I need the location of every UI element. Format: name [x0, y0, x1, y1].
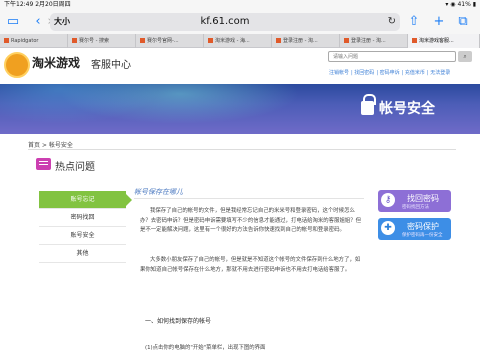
share-icon[interactable]: ⇧ — [406, 14, 422, 30]
button-subtitle: 密码找回方法 — [402, 205, 429, 210]
recover-password-button[interactable]: ⚷ 找回密码 密码找回方法 — [378, 190, 451, 212]
search-input[interactable] — [328, 51, 456, 62]
divider — [28, 149, 456, 150]
address-bar[interactable]: 大小 kf.61.com ↻ — [50, 13, 400, 31]
article-paragraph: 大多数小朋友保存了自己的帐号，但是就是不知道这个帐号的文件保存到什么地方了，如果… — [140, 257, 361, 273]
shield-icon: ✚ — [381, 221, 395, 235]
tab-item-active[interactable]: 淘米游戏客服... — [408, 34, 480, 48]
banner-title: 帐号安全 — [379, 101, 435, 117]
favicon-icon — [344, 38, 349, 43]
status-battery: ▾ ◉ 41% ▮ — [445, 1, 476, 8]
link-cancel-account[interactable]: 注销帐号 — [329, 70, 349, 76]
tab-item[interactable]: 赛尔号 - 搜索 — [68, 34, 136, 48]
logo-subtitle: 客服中心 — [91, 60, 131, 71]
sidebar-icon[interactable]: ▭ — [5, 14, 21, 30]
password-protection-button[interactable]: ✚ 密码保护 保护密码再一份安全 — [378, 218, 451, 240]
browser-toolbar: ▭ ‹ › 大小 kf.61.com ↻ ⇧ + ⧉ — [0, 10, 480, 34]
tabs-overview-icon[interactable]: ⧉ — [455, 14, 471, 30]
nav-item-other[interactable]: 其他 — [39, 245, 126, 263]
button-title: 密码保护 — [407, 222, 439, 231]
hero-banner: 帐号安全 — [0, 84, 480, 134]
divider — [134, 198, 364, 199]
link-password-appeal[interactable]: 密码申诉 — [380, 70, 400, 76]
site-header: 淘米游戏 客服中心 ⌕ 注销帐号| 找回密码| 密码申诉| 充值米币| 无法登录 — [0, 48, 480, 84]
button-subtitle: 保护密码再一份安全 — [402, 233, 443, 238]
article-title: 帐号保存在哪儿 — [134, 188, 183, 196]
reload-icon[interactable]: ↻ — [388, 13, 396, 31]
status-bar: 下午12:49 2月20日周四 ▾ ◉ 41% ▮ — [0, 0, 480, 10]
top-links: 注销帐号 | 找回密码 | 密码申诉 | 充值米币 | 无法登录 — [329, 70, 451, 76]
status-time: 下午12:49 2月20日周四 — [4, 1, 71, 8]
nav-item-forgot-account[interactable]: 账号忘记 — [39, 191, 132, 209]
tab-item[interactable]: Rapidgator — [0, 34, 68, 48]
key-icon: ⚷ — [381, 193, 395, 207]
tab-item[interactable]: 登录注册 - 淘... — [340, 34, 408, 48]
nav-item-recover-password[interactable]: 密码找回 — [39, 209, 126, 227]
link-cannot-login[interactable]: 无法登录 — [430, 70, 450, 76]
new-tab-icon[interactable]: + — [431, 14, 447, 30]
nav-item-account-security[interactable]: 账号安全 — [39, 227, 126, 245]
side-nav: 账号忘记 密码找回 账号安全 其他 — [39, 191, 132, 263]
monitor-icon — [36, 158, 51, 170]
logo-icon[interactable] — [4, 52, 30, 78]
url-host: kf.61.com — [200, 16, 250, 27]
lock-icon — [361, 94, 376, 115]
favicon-icon — [412, 38, 417, 43]
section-title: 热点问题 — [55, 162, 95, 173]
favicon-icon — [4, 38, 9, 43]
link-recover-password[interactable]: 找回密码 — [354, 70, 374, 76]
tab-item[interactable]: 登录注册 - 淘... — [272, 34, 340, 48]
favicon-icon — [72, 38, 77, 43]
article-heading: 一、如何找到保存的帐号 — [145, 318, 212, 325]
search-icon[interactable]: ⌕ — [458, 51, 472, 62]
link-recharge[interactable]: 充值米币 — [405, 70, 425, 76]
button-title: 找回密码 — [407, 194, 439, 203]
favicon-icon — [208, 38, 213, 43]
article-step: (1)点击你的电脑的"开始"菜单栏，出现下图的界面 — [145, 345, 266, 351]
favicon-icon — [140, 38, 145, 43]
tab-strip: Rapidgator 赛尔号 - 搜索 赛尔号官网-... 淘米游戏 - 海..… — [0, 34, 480, 48]
article-paragraph: 我保存了自己的帐号的文件，但是我经常忘记自己的米米号和登录密码，这个时候怎么办？… — [140, 208, 362, 233]
tab-item[interactable]: 淘米游戏 - 海... — [204, 34, 272, 48]
favicon-icon — [276, 38, 281, 43]
breadcrumb[interactable]: 首页 > 帐号安全 — [28, 140, 73, 149]
tab-item[interactable]: 赛尔号官网-... — [136, 34, 204, 48]
article: 帐号保存在哪儿 — [134, 187, 364, 197]
logo-text[interactable]: 淘米游戏 — [32, 54, 80, 71]
